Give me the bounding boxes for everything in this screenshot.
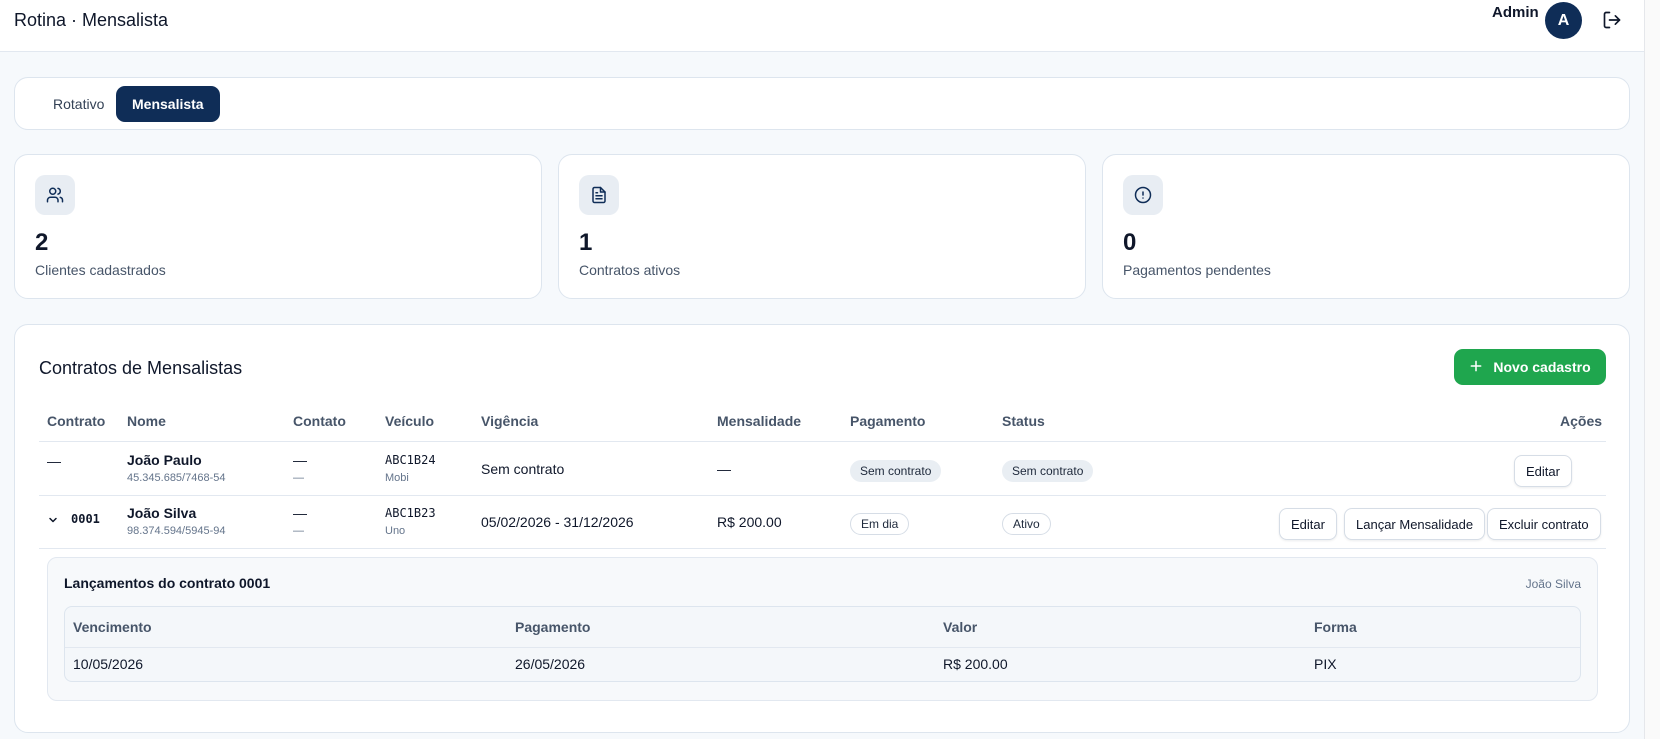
stat-value: 2 <box>35 229 49 256</box>
column-header: Pagamento <box>515 619 591 635</box>
column-header: Nome <box>127 413 166 429</box>
launches-table: Vencimento Pagamento Valor Forma 10/05/2… <box>64 606 1581 682</box>
new-contract-label: Novo cadastro <box>1493 359 1591 375</box>
edit-button[interactable]: Editar <box>1279 508 1337 540</box>
monthly-fee: R$ 200.00 <box>717 514 782 530</box>
edit-button[interactable]: Editar <box>1514 455 1572 487</box>
section-title: Contratos de Mensalistas <box>39 358 243 378</box>
launch-fee-button[interactable]: Lançar Mensalidade <box>1344 508 1486 540</box>
column-header: Vencimento <box>73 619 152 635</box>
payment-badge: Sem contrato <box>850 460 942 482</box>
client-document: 45.345.685/7468-54 <box>127 472 226 484</box>
avatar[interactable]: A <box>1545 2 1582 39</box>
validity: 05/02/2026 - 31/12/2026 <box>481 514 634 530</box>
tabs-bar: Rotativo Mensalista <box>14 77 1630 130</box>
contract-number: — <box>47 453 61 469</box>
logout-icon[interactable] <box>1602 10 1622 30</box>
chevron-down-icon[interactable] <box>47 513 59 525</box>
column-header: Forma <box>1314 619 1357 635</box>
stat-label: Pagamentos pendentes <box>1123 262 1271 278</box>
user-name: Admin <box>1492 4 1539 21</box>
stat-value: 1 <box>579 229 593 256</box>
status-badge: Sem contrato <box>1002 460 1094 482</box>
payment-method: PIX <box>1314 656 1337 672</box>
new-contract-button[interactable]: Novo cadastro <box>1454 349 1606 385</box>
vehicle-plate: ABC1B23 <box>385 506 436 520</box>
status-badge: Ativo <box>1002 513 1051 535</box>
stat-card-clients: 2 Clientes cadastrados <box>14 154 542 299</box>
launches-panel: Lançamentos do contrato 0001 João Silva … <box>47 557 1598 701</box>
monthly-fee: — <box>717 461 731 477</box>
amount: R$ 200.00 <box>943 656 1008 672</box>
divider <box>39 441 1606 442</box>
contact-secondary: — <box>293 525 304 537</box>
column-header: Veículo <box>385 413 435 429</box>
stat-value: 0 <box>1123 229 1137 256</box>
column-header: Contrato <box>47 413 106 429</box>
scrollbar[interactable] <box>1644 0 1660 739</box>
due-date: 10/05/2026 <box>73 656 144 672</box>
divider <box>65 647 1580 648</box>
users-icon <box>35 175 75 215</box>
client-name: João Silva <box>127 505 197 521</box>
vehicle-plate: ABC1B24 <box>385 453 436 467</box>
client-name: João Paulo <box>127 452 202 468</box>
launches-title: Lançamentos do contrato 0001 <box>64 575 271 591</box>
vehicle-model: Mobi <box>385 472 409 484</box>
column-header: Pagamento <box>850 413 926 429</box>
column-header: Contato <box>293 413 346 429</box>
client-document: 98.374.594/5945-94 <box>127 525 226 537</box>
stat-card-pending: 0 Pagamentos pendentes <box>1102 154 1630 299</box>
contact: — <box>293 505 307 521</box>
alert-circle-icon <box>1123 175 1163 215</box>
delete-contract-button[interactable]: Excluir contrato <box>1487 508 1601 540</box>
column-header: Vigência <box>481 413 539 429</box>
tab-mensalista[interactable]: Mensalista <box>116 86 220 122</box>
payment-date: 26/05/2026 <box>515 656 586 672</box>
vehicle-model: Uno <box>385 525 406 537</box>
column-header: Valor <box>943 619 978 635</box>
contracts-card: Contratos de Mensalistas Novo cadastro C… <box>14 324 1630 733</box>
stat-card-contracts: 1 Contratos ativos <box>558 154 1086 299</box>
page-title: Rotina · Mensalista <box>14 10 169 30</box>
top-bar: Rotina · Mensalista Admin A <box>0 0 1644 52</box>
payment-badge: Em dia <box>850 513 910 535</box>
column-header: Status <box>1002 413 1045 429</box>
divider <box>39 548 1606 549</box>
validity: Sem contrato <box>481 461 565 477</box>
contact-secondary: — <box>293 472 304 484</box>
stat-label: Contratos ativos <box>579 262 681 278</box>
plus-icon <box>1469 359 1483 376</box>
column-header: Ações <box>1560 413 1603 429</box>
tab-rotativo[interactable]: Rotativo <box>37 86 120 122</box>
stat-label: Clientes cadastrados <box>35 262 166 278</box>
column-header: Mensalidade <box>717 413 802 429</box>
contract-number: 0001 <box>71 512 100 526</box>
contact: — <box>293 452 307 468</box>
launches-client: João Silva <box>1525 577 1581 591</box>
divider <box>39 495 1606 496</box>
document-icon <box>579 175 619 215</box>
